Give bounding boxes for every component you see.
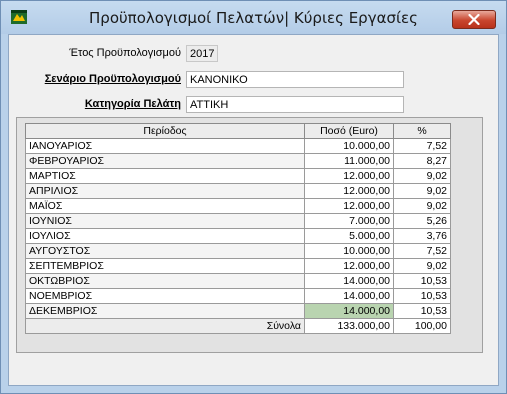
scenario-label: Σενάριο Προϋπολογισμού bbox=[44, 73, 181, 85]
amount-cell[interactable]: 12.000,00 bbox=[304, 183, 394, 199]
period-cell: ΙΟΥΛΙΟΣ bbox=[25, 228, 305, 244]
table-row[interactable]: ΔΕΚΕΜΒΡΙΟΣ 14.000,00 10,53 bbox=[25, 303, 451, 319]
table-row[interactable]: ΜΑΪΟΣ 12.000,00 9,02 bbox=[25, 198, 451, 214]
table-row[interactable]: ΑΥΓΟΥΣΤΟΣ 10.000,00 7,52 bbox=[25, 243, 451, 259]
category-field[interactable]: ΑΤΤΙΚΗ bbox=[186, 96, 404, 113]
percent-cell[interactable]: 9,02 bbox=[393, 168, 451, 184]
table-row[interactable]: ΑΠΡΙΛΙΟΣ 12.000,00 9,02 bbox=[25, 183, 451, 199]
scenario-field[interactable]: ΚΑΝΟΝΙΚΟ bbox=[186, 71, 404, 88]
budget-grid: Περίοδος Ποσό (Euro) % ΙΑΝΟΥΑΡΙΟΣ 10.000,… bbox=[25, 123, 451, 334]
column-header-amount[interactable]: Ποσό (Euro) bbox=[304, 123, 394, 139]
percent-cell[interactable]: 3,76 bbox=[393, 228, 451, 244]
period-cell: ΙΟΥΝΙΟΣ bbox=[25, 213, 305, 229]
table-row[interactable]: ΣΕΠΤΕΜΒΡΙΟΣ 12.000,00 9,02 bbox=[25, 258, 451, 274]
table-row[interactable]: ΙΑΝΟΥΑΡΙΟΣ 10.000,00 7,52 bbox=[25, 138, 451, 154]
table-row[interactable]: ΟΚΤΩΒΡΙΟΣ 14.000,00 10,53 bbox=[25, 273, 451, 289]
amount-cell[interactable]: 12.000,00 bbox=[304, 168, 394, 184]
amount-cell[interactable]: 12.000,00 bbox=[304, 258, 394, 274]
amount-cell[interactable]: 10.000,00 bbox=[304, 138, 394, 154]
amount-cell[interactable]: 5.000,00 bbox=[304, 228, 394, 244]
close-button[interactable] bbox=[452, 10, 496, 29]
period-cell: ΑΥΓΟΥΣΤΟΣ bbox=[25, 243, 305, 259]
period-cell: ΜΑΪΟΣ bbox=[25, 198, 305, 214]
table-row[interactable]: ΜΑΡΤΙΟΣ 12.000,00 9,02 bbox=[25, 168, 451, 184]
percent-cell[interactable]: 10,53 bbox=[393, 273, 451, 289]
table-row[interactable]: ΙΟΥΝΙΟΣ 7.000,00 5,26 bbox=[25, 213, 451, 229]
column-header-percent[interactable]: % bbox=[393, 123, 451, 139]
table-row[interactable]: ΙΟΥΛΙΟΣ 5.000,00 3,76 bbox=[25, 228, 451, 244]
table-row[interactable]: ΝΟΕΜΒΡΙΟΣ 14.000,00 10,53 bbox=[25, 288, 451, 304]
totals-row: Σύνολα 133.000,00 100,00 bbox=[25, 318, 451, 334]
window-title: Προϋπολογισμοί Πελατών| Κύριες Εργασίες bbox=[89, 9, 418, 27]
period-cell: ΣΕΠΤΕΜΒΡΙΟΣ bbox=[25, 258, 305, 274]
amount-cell[interactable]: 14.000,00 bbox=[304, 288, 394, 304]
amount-cell[interactable]: 14.000,00 bbox=[304, 273, 394, 289]
percent-cell[interactable]: 10,53 bbox=[393, 288, 451, 304]
percent-cell[interactable]: 7,52 bbox=[393, 138, 451, 154]
totals-amount: 133.000,00 bbox=[304, 318, 394, 334]
percent-cell[interactable]: 9,02 bbox=[393, 258, 451, 274]
column-header-period[interactable]: Περίοδος bbox=[25, 123, 305, 139]
amount-cell[interactable]: 7.000,00 bbox=[304, 213, 394, 229]
year-label: Έτος Προϋπολογισμού bbox=[69, 47, 181, 59]
percent-cell[interactable]: 10,53 bbox=[393, 303, 451, 319]
period-cell: ΜΑΡΤΙΟΣ bbox=[25, 168, 305, 184]
percent-cell[interactable]: 5,26 bbox=[393, 213, 451, 229]
period-cell: ΟΚΤΩΒΡΙΟΣ bbox=[25, 273, 305, 289]
period-cell: ΝΟΕΜΒΡΙΟΣ bbox=[25, 288, 305, 304]
percent-cell[interactable]: 7,52 bbox=[393, 243, 451, 259]
amount-cell[interactable]: 11.000,00 bbox=[304, 153, 394, 169]
title-bar[interactable]: Προϋπολογισμοί Πελατών| Κύριες Εργασίες bbox=[1, 1, 506, 34]
totals-percent: 100,00 bbox=[393, 318, 451, 334]
year-field[interactable]: 2017 bbox=[186, 45, 218, 62]
close-icon bbox=[468, 14, 480, 25]
percent-cell[interactable]: 8,27 bbox=[393, 153, 451, 169]
budget-window: Προϋπολογισμοί Πελατών| Κύριες Εργασίες … bbox=[0, 0, 507, 394]
amount-cell[interactable]: 10.000,00 bbox=[304, 243, 394, 259]
percent-cell[interactable]: 9,02 bbox=[393, 183, 451, 199]
period-cell: ΑΠΡΙΛΙΟΣ bbox=[25, 183, 305, 199]
totals-label: Σύνολα bbox=[25, 318, 305, 334]
amount-cell[interactable]: 14.000,00 bbox=[304, 303, 394, 319]
percent-cell[interactable]: 9,02 bbox=[393, 198, 451, 214]
period-cell: ΦΕΒΡΟΥΑΡΙΟΣ bbox=[25, 153, 305, 169]
period-cell: ΙΑΝΟΥΑΡΙΟΣ bbox=[25, 138, 305, 154]
budget-grid-panel: Περίοδος Ποσό (Euro) % ΙΑΝΟΥΑΡΙΟΣ 10.000,… bbox=[16, 117, 483, 353]
period-cell: ΔΕΚΕΜΒΡΙΟΣ bbox=[25, 303, 305, 319]
grid-header-row: Περίοδος Ποσό (Euro) % bbox=[25, 123, 451, 139]
category-label: Κατηγορία Πελάτη bbox=[84, 98, 181, 110]
amount-cell[interactable]: 12.000,00 bbox=[304, 198, 394, 214]
table-row[interactable]: ΦΕΒΡΟΥΑΡΙΟΣ 11.000,00 8,27 bbox=[25, 153, 451, 169]
